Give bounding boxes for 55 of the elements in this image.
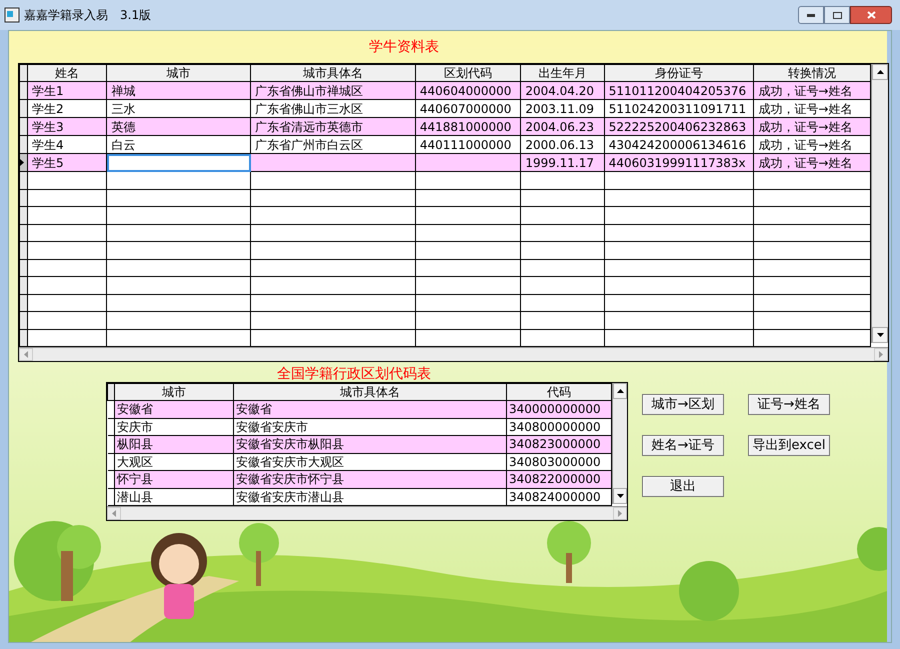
row-header[interactable] — [20, 136, 28, 154]
table-cell: 340822000000 — [506, 470, 612, 488]
table-cell: 枞阳县 — [114, 436, 234, 453]
table-cell: 安徽省 — [234, 400, 506, 418]
window-title: 嘉嘉学籍录入易 3.1版 — [24, 7, 152, 24]
column-header[interactable]: 转换情况 — [754, 64, 870, 82]
right-arrow-icon — [618, 510, 622, 517]
column-header[interactable]: 城市 — [114, 384, 234, 400]
table-cell: 怀宁县 — [114, 470, 234, 488]
row-header[interactable] — [20, 100, 28, 118]
close-button[interactable] — [850, 6, 892, 24]
table-cell: 44060319991117383x — [604, 154, 754, 172]
left-arrow-icon — [24, 351, 28, 358]
action-button[interactable]: 导出到excel — [748, 435, 830, 456]
horizontal-scrollbar[interactable] — [19, 347, 888, 361]
vertical-scrollbar[interactable] — [612, 383, 627, 504]
action-button[interactable]: 退出 — [642, 476, 724, 497]
table-cell: 340823000000 — [506, 436, 612, 453]
up-arrow-icon — [616, 389, 624, 393]
column-header[interactable]: 姓名 — [28, 64, 107, 82]
horizontal-scrollbar[interactable] — [107, 506, 627, 520]
down-arrow-icon — [616, 494, 624, 498]
column-header[interactable]: 代码 — [506, 384, 612, 400]
column-header[interactable]: 城市具体名 — [234, 384, 506, 400]
maximize-button[interactable] — [824, 6, 850, 24]
minimize-button[interactable] — [798, 6, 824, 24]
app-icon — [4, 7, 20, 23]
vertical-scrollbar[interactable] — [871, 64, 888, 343]
table-title: 全国学籍行政区划代码表 — [277, 365, 432, 382]
table-cell: 安徽省 — [114, 400, 234, 418]
table-cell: 安徽省安庆市枞阳县 — [234, 436, 506, 453]
column-header[interactable]: 城市具体名 — [250, 64, 416, 82]
table-cell: 1999.11.17 — [520, 154, 604, 172]
action-button[interactable]: 姓名→证号 — [642, 435, 724, 456]
action-button[interactable]: 证号→姓名 — [748, 394, 830, 415]
maximize-icon — [832, 12, 842, 18]
minimize-icon — [807, 14, 815, 16]
down-arrow-icon — [876, 333, 884, 337]
table-cell: 340000000000 — [506, 400, 612, 418]
table-title: 学牛资料表 — [368, 38, 440, 57]
current-row-marker[interactable] — [20, 154, 28, 172]
left-arrow-icon — [112, 510, 116, 517]
column-header[interactable]: 区划代码 — [415, 64, 521, 82]
row-header[interactable] — [20, 118, 28, 136]
column-header[interactable]: 身份证号 — [604, 64, 754, 82]
table-cell: 成功，证号→姓名 — [754, 154, 870, 172]
close-icon — [866, 11, 876, 19]
row-header[interactable] — [20, 82, 28, 100]
column-header[interactable]: 城市 — [106, 64, 251, 82]
action-button[interactable]: 城市→区划 — [642, 394, 724, 415]
column-header[interactable]: 出生年月 — [520, 64, 604, 82]
table-cell: 学生5 — [28, 154, 107, 172]
right-arrow-icon — [879, 351, 883, 358]
table-cell: 安徽省安庆市怀宁县 — [234, 470, 506, 488]
up-arrow-icon — [876, 70, 884, 74]
